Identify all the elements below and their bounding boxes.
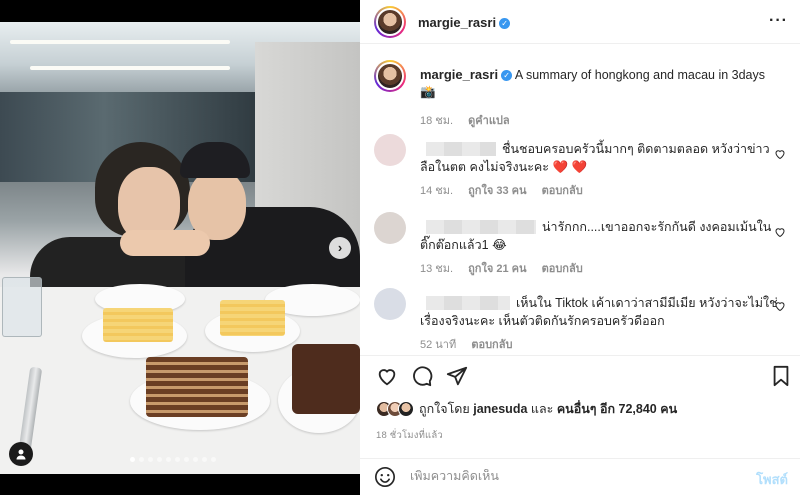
photo-scene bbox=[0, 22, 360, 474]
comment-meta: 52 นาที ตอบกลับ bbox=[420, 335, 512, 353]
add-comment-input[interactable] bbox=[410, 469, 710, 483]
more-horizontal-icon: ··· bbox=[769, 12, 788, 29]
chocolate-crepe-slice bbox=[146, 357, 248, 417]
likes-count[interactable]: คนอื่นๆ อีก 72,840 คน bbox=[557, 402, 677, 416]
comment-body: เห็นใน Tiktok เค้าเดาว่าสามีมีเมีย หวังว… bbox=[420, 294, 780, 330]
comment-meta: 14 ชม. ถูกใจ 33 คน ตอบกลับ bbox=[420, 181, 583, 199]
hands bbox=[120, 230, 210, 256]
caption-avatar[interactable] bbox=[374, 60, 406, 92]
reply-button[interactable]: ตอบกลับ bbox=[542, 185, 583, 197]
carousel-dot bbox=[130, 457, 135, 462]
ceiling-light bbox=[30, 66, 230, 70]
comment-text: น่ารักกก....เขาออกจะรักกันดี งงคอมเม้นใน… bbox=[420, 220, 772, 252]
carousel-dot bbox=[157, 457, 162, 462]
heart-icon[interactable] bbox=[774, 300, 786, 312]
caption-emoji: 📸 bbox=[420, 85, 436, 99]
author-name[interactable]: margie_rasri bbox=[418, 15, 496, 30]
liker-avatar[interactable] bbox=[398, 401, 414, 417]
comment-emoji: 😂 bbox=[492, 238, 507, 252]
more-options-button[interactable]: ··· bbox=[769, 12, 788, 30]
carousel-dot bbox=[175, 457, 180, 462]
author-avatar[interactable] bbox=[374, 6, 406, 38]
commenter-avatar[interactable] bbox=[374, 212, 406, 244]
author-username[interactable]: margie_rasri ✓ bbox=[418, 15, 511, 30]
chocolate-cake-slice bbox=[292, 344, 360, 414]
emoji-icon[interactable] bbox=[374, 466, 396, 488]
post-header: margie_rasri ✓ ··· bbox=[360, 0, 800, 44]
carousel-dot bbox=[166, 457, 171, 462]
carousel-dots bbox=[130, 457, 216, 462]
user-tag-button[interactable] bbox=[9, 442, 33, 466]
comment-age[interactable]: 14 ชม. bbox=[420, 185, 453, 197]
chevron-right-icon: › bbox=[337, 240, 343, 255]
comment-age[interactable]: 13 ชม. bbox=[420, 263, 453, 275]
comment-likes[interactable]: ถูกใจ 33 คน bbox=[468, 185, 526, 197]
heart-icon[interactable] bbox=[774, 148, 786, 160]
caption-username[interactable]: margie_rasri bbox=[420, 67, 498, 82]
caption-meta: 18 ชม. ดูคำแปล bbox=[420, 113, 790, 130]
verified-badge-icon: ✓ bbox=[499, 18, 511, 29]
action-bar bbox=[360, 355, 800, 395]
comment-age[interactable]: 52 นาที bbox=[420, 339, 456, 351]
carousel-dot bbox=[211, 457, 216, 462]
post-panel: margie_rasri ✓ ··· margie_rasri ✓ A summar… bbox=[360, 0, 800, 495]
post-caption: margie_rasri ✓ A summary of hongkong and … bbox=[420, 66, 790, 130]
likes-text: ถูกใจโดย janesuda และ คนอื่นๆ อีก 72,840… bbox=[419, 399, 677, 419]
comment-likes[interactable]: ถูกใจ 21 คน bbox=[468, 263, 526, 275]
carousel-dot bbox=[139, 457, 144, 462]
comment-body: ชื่นชอบครอบครัวนี้มากๆ ติดตามตลอด หวังว่… bbox=[420, 140, 780, 176]
likes-prefix: ถูกใจโดย bbox=[419, 402, 470, 416]
post-comment-button[interactable]: โพสต์ bbox=[756, 469, 788, 490]
comment-emoji: ❤️ ❤️ bbox=[552, 160, 588, 174]
post-photo[interactable]: › bbox=[0, 0, 360, 495]
likes-summary: ถูกใจโดย janesuda และ คนอื่นๆ อีก 72,840… bbox=[376, 400, 677, 418]
comment-body: น่ารักกก....เขาออกจะรักกันดี งงคอมเม้นใน… bbox=[420, 218, 780, 254]
heart-icon[interactable] bbox=[376, 365, 398, 387]
reply-button[interactable]: ตอบกลับ bbox=[471, 339, 512, 351]
crepe-cake-slice bbox=[103, 308, 173, 342]
carousel-dot bbox=[148, 457, 153, 462]
verified-badge-icon: ✓ bbox=[501, 70, 513, 81]
comment-icon[interactable] bbox=[411, 365, 433, 387]
heart-icon[interactable] bbox=[774, 226, 786, 238]
carousel-dot bbox=[193, 457, 198, 462]
comment-meta: 13 ชม. ถูกใจ 21 คน ตอบกลับ bbox=[420, 259, 583, 277]
reply-button[interactable]: ตอบกลับ bbox=[542, 263, 583, 275]
commenter-avatar[interactable] bbox=[374, 134, 406, 166]
commenter-avatar[interactable] bbox=[374, 288, 406, 320]
see-translation-link[interactable]: ดูคำแปล bbox=[468, 115, 510, 127]
user-tag-icon bbox=[16, 449, 26, 460]
carousel-dot bbox=[184, 457, 189, 462]
comment-text: เห็นใน Tiktok เค้าเดาว่าสามีมีเมีย หวังว… bbox=[420, 296, 778, 328]
caption-text: A summary of hongkong and macau in 3days bbox=[514, 68, 766, 82]
next-slide-button[interactable]: › bbox=[329, 237, 351, 259]
carousel-dot bbox=[202, 457, 207, 462]
liker-username[interactable]: janesuda bbox=[473, 402, 527, 416]
water-glass bbox=[2, 277, 42, 337]
send-icon[interactable] bbox=[446, 365, 468, 387]
comment-text: ชื่นชอบครอบครัวนี้มากๆ ติดตามตลอด หวังว่… bbox=[420, 142, 770, 174]
caption-age[interactable]: 18 ชม. bbox=[420, 115, 453, 127]
add-comment-bar: โพสต์ bbox=[360, 458, 800, 495]
ceiling-light bbox=[10, 40, 230, 44]
bookmark-icon[interactable] bbox=[770, 365, 792, 387]
crepe-cake-slice bbox=[220, 300, 285, 336]
post-timestamp[interactable]: 18 ชั่วโมงที่แล้ว bbox=[376, 428, 443, 443]
likes-middle: และ bbox=[530, 402, 554, 416]
